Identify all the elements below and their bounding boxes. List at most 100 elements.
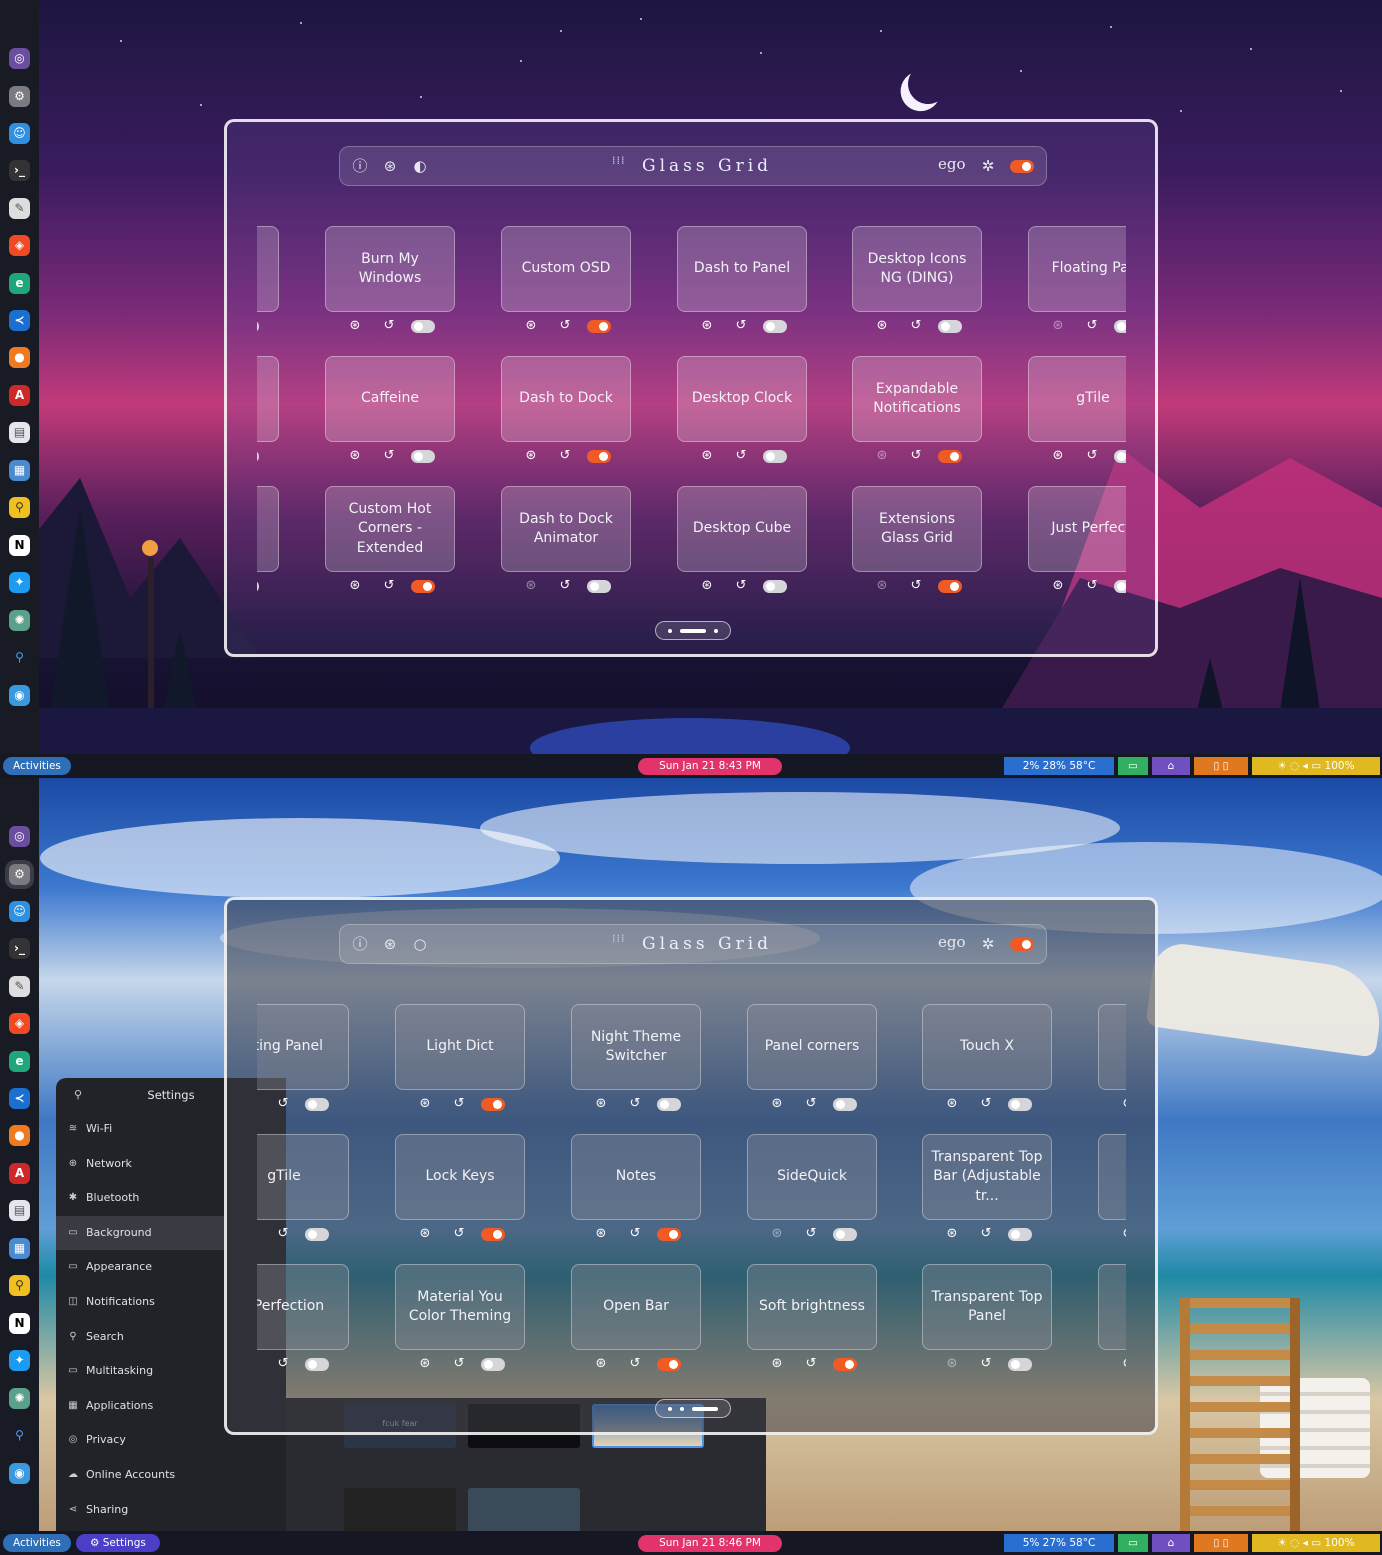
preferences-icon[interactable]: ⊛ (700, 579, 714, 593)
twitter-icon[interactable]: ✦ (9, 1350, 30, 1371)
clipboard-icon[interactable]: ⌂ (1152, 1534, 1190, 1552)
extension-toggle[interactable] (1008, 1098, 1032, 1111)
extension-card[interactable]: Floating Par (1028, 226, 1126, 312)
vscode-icon[interactable]: ≺ (9, 1088, 30, 1109)
extension-card[interactable] (257, 486, 279, 572)
extension-card[interactable]: Just Perfecti (1028, 486, 1126, 572)
extension-card[interactable]: Touch X (922, 1004, 1052, 1090)
settings-item-privacy[interactable]: ◎ Privacy (56, 1423, 226, 1457)
extension-card[interactable]: Extensions Glass Grid (852, 486, 982, 572)
preferences-icon[interactable]: ⊛ (348, 579, 362, 593)
extension-card[interactable]: Desktop Icons NG (DING) (852, 226, 982, 312)
edge-browser-icon[interactable]: e (9, 1051, 30, 1072)
preferences-icon[interactable]: ⊛ (700, 449, 714, 463)
extension-toggle[interactable] (305, 1098, 329, 1111)
preferences-icon[interactable]: ⊛ (524, 319, 538, 333)
settings-item-search[interactable]: ⚲ Search (56, 1320, 226, 1354)
reload-icon[interactable]: ↺ (558, 449, 572, 463)
extension-toggle[interactable] (763, 580, 787, 593)
preferences-icon[interactable]: ⊛ (1121, 1227, 1126, 1241)
extension-toggle[interactable] (257, 450, 259, 463)
settings-item-online-accounts[interactable]: ☁ Online Accounts (56, 1458, 226, 1492)
reload-icon[interactable]: ↺ (628, 1227, 642, 1241)
app-indicator[interactable]: ⚙ Settings (76, 1534, 160, 1552)
reload-icon[interactable]: ↺ (909, 449, 923, 463)
extension-toggle[interactable] (587, 580, 611, 593)
extension-toggle[interactable] (1008, 1358, 1032, 1371)
reload-icon[interactable]: ↺ (276, 1357, 290, 1371)
notes-icon[interactable]: ✎ (9, 198, 30, 219)
extension-toggle[interactable] (833, 1228, 857, 1241)
firefox-icon[interactable]: ● (9, 347, 30, 368)
preferences-icon[interactable]: ⊛ (594, 1357, 608, 1371)
reload-icon[interactable]: ↺ (979, 1097, 993, 1111)
settings-gear-icon[interactable]: ⚙ (9, 86, 30, 107)
finder-icon[interactable]: ☺ (9, 901, 30, 922)
page-indicator[interactable] (655, 1399, 731, 1418)
preferences-icon[interactable]: ⊛ (1121, 1357, 1126, 1371)
extension-card[interactable]: Panel corners (747, 1004, 877, 1090)
global-extensions-toggle[interactable] (1010, 160, 1034, 173)
extension-card[interactable]: U (1098, 1264, 1126, 1350)
reload-icon[interactable]: ↺ (382, 319, 396, 333)
settings-item-sharing[interactable]: ⋖ Sharing (56, 1493, 226, 1527)
preferences-icon[interactable]: ⊛ (1121, 1097, 1126, 1111)
search-icon[interactable]: ⚲ (74, 1088, 82, 1101)
theme-contrast-icon[interactable]: ◐ (410, 156, 430, 176)
file-manager-icon[interactable]: ▦ (9, 1238, 30, 1259)
preferences-icon[interactable]: ⊛ (348, 449, 362, 463)
reload-icon[interactable]: ↺ (804, 1357, 818, 1371)
ego-link[interactable]: ego (938, 155, 966, 173)
puzzle-icon[interactable]: ✲ (978, 934, 998, 954)
display-icon[interactable]: ▭ (1118, 1534, 1148, 1552)
settings-item-background[interactable]: ▭ Background (56, 1215, 224, 1250)
preferences-icon[interactable]: ⊛ (700, 319, 714, 333)
extension-toggle[interactable] (833, 1098, 857, 1111)
system-menu[interactable]: ☀ ◌ ◂ ▭ 100% (1252, 757, 1380, 775)
notion-icon[interactable]: N (9, 1313, 30, 1334)
extension-card[interactable] (257, 356, 279, 442)
reload-icon[interactable]: ↺ (558, 319, 572, 333)
settings-gear-icon[interactable]: ⚙ (9, 864, 30, 885)
reload-icon[interactable]: ↺ (734, 449, 748, 463)
extension-card[interactable]: Custom Hot Corners - Extended (325, 486, 455, 572)
extension-toggle[interactable] (481, 1098, 505, 1111)
drag-handle-icon[interactable]: ⁞⁞⁞ (612, 933, 630, 944)
pdf-reader-icon[interactable]: A (9, 385, 30, 406)
extension-card[interactable]: t Perfection (257, 1264, 349, 1350)
terminal-icon[interactable]: ›_ (9, 938, 30, 959)
settings-item-multitasking[interactable]: ▭ Multitasking (56, 1354, 226, 1388)
edge-browser-icon[interactable]: e (9, 273, 30, 294)
app-store-icon[interactable]: ◉ (9, 1463, 30, 1484)
info-icon[interactable]: ⓘ (350, 156, 370, 176)
global-extensions-toggle[interactable] (1010, 938, 1034, 951)
clock[interactable]: Sun Jan 21 8:46 PM (638, 1535, 782, 1552)
preferences-icon[interactable]: ⊛ (770, 1357, 784, 1371)
display-icon[interactable]: ▭ (1118, 757, 1148, 775)
reload-icon[interactable]: ↺ (909, 579, 923, 593)
reload-icon[interactable]: ↺ (1085, 449, 1099, 463)
extension-toggle[interactable] (411, 450, 435, 463)
extension-card[interactable]: Soft brightness (747, 1264, 877, 1350)
extension-card[interactable]: Desktop Cube (677, 486, 807, 572)
preferences-icon[interactable]: ⊛ (524, 449, 538, 463)
preferences-icon[interactable]: ⊛ (524, 579, 538, 593)
notes-icon[interactable]: ✎ (9, 976, 30, 997)
chatgpt-icon[interactable]: ✺ (9, 610, 30, 631)
reload-icon[interactable]: ↺ (382, 579, 396, 593)
extension-card[interactable]: Desktop Clock (677, 356, 807, 442)
extension-toggle[interactable] (305, 1228, 329, 1241)
extension-toggle[interactable] (411, 320, 435, 333)
reload-icon[interactable]: ↺ (276, 1227, 290, 1241)
app-store-icon[interactable]: ◉ (9, 685, 30, 706)
extension-toggle[interactable] (763, 450, 787, 463)
reload-icon[interactable]: ↺ (979, 1357, 993, 1371)
extension-toggle[interactable] (657, 1228, 681, 1241)
vscode-icon[interactable]: ≺ (9, 310, 30, 331)
reload-icon[interactable]: ↺ (804, 1227, 818, 1241)
extension-card[interactable]: Custom OSD (501, 226, 631, 312)
extension-card[interactable]: Dash to Dock (501, 356, 631, 442)
reload-icon[interactable]: ↺ (382, 449, 396, 463)
extension-toggle[interactable] (257, 320, 259, 333)
extension-card[interactable]: U (1098, 1134, 1126, 1220)
